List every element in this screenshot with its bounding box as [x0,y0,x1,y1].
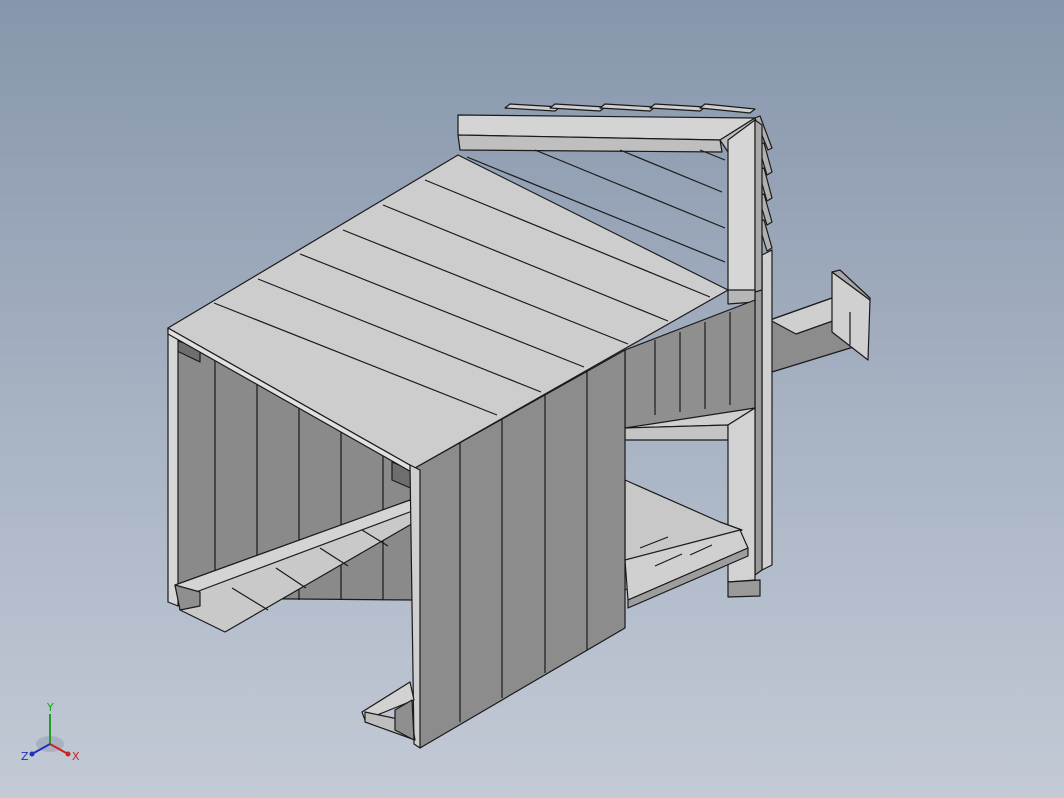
right-end-wall [754,249,773,576]
side-bracket [769,269,871,373]
doghouse-model[interactable] [0,0,1064,798]
orientation-triad: Y X Z [21,701,80,763]
cad-viewport[interactable]: Y X Z [0,0,1064,798]
triad-z-label: Z [21,750,29,763]
triad-y-label: Y [46,701,54,714]
triad-x-label: X [72,750,80,763]
